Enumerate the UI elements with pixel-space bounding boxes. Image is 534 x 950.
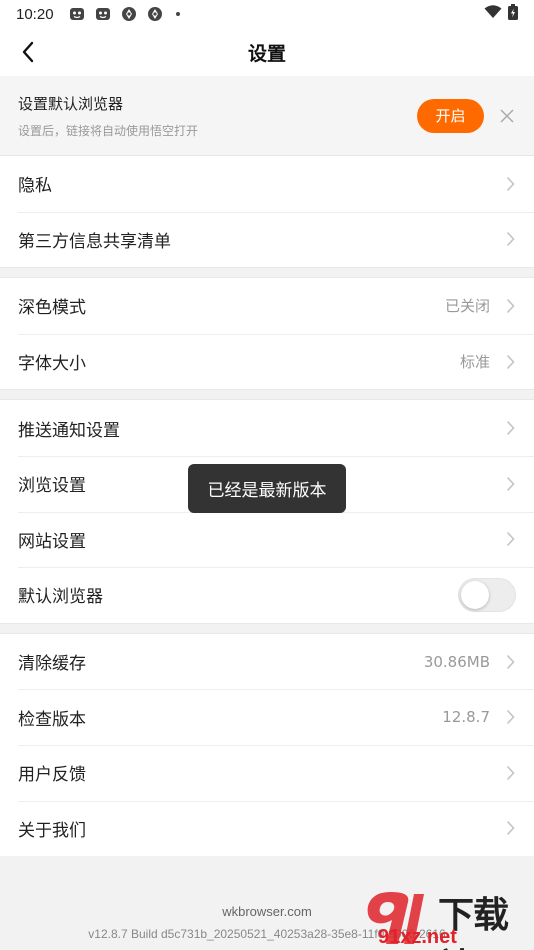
row-label: 网站设置 xyxy=(18,531,86,552)
section-divider xyxy=(0,389,534,401)
chevron-left-icon xyxy=(22,41,34,63)
watermark-url: 91xz.net xyxy=(378,926,457,948)
page-title: 设置 xyxy=(247,42,286,65)
settings-row-check-version[interactable]: 检查版本 12.8.7 xyxy=(0,689,534,745)
settings-row-default-browser: 默认浏览器 xyxy=(0,567,534,623)
banner-close-button[interactable] xyxy=(498,107,516,125)
app-sync-icon xyxy=(146,6,164,22)
chevron-right-icon xyxy=(504,654,516,670)
chevron-right-icon xyxy=(504,231,516,247)
chevron-right-icon xyxy=(504,476,516,492)
settings-row-feedback[interactable]: 用户反馈 xyxy=(0,744,534,801)
section-divider xyxy=(0,267,534,279)
row-label: 深色模式 xyxy=(18,298,86,319)
row-label: 用户反馈 xyxy=(18,765,86,786)
wifi-icon xyxy=(484,5,502,23)
row-label: 默认浏览器 xyxy=(18,587,103,608)
app-header: 设置 xyxy=(0,28,534,76)
settings-row-dark-mode[interactable]: 深色模式 已关闭 xyxy=(0,278,534,334)
settings-group-display: 深色模式 已关闭 字体大小 标准 xyxy=(0,278,534,390)
default-browser-toggle[interactable] xyxy=(458,577,516,612)
chevron-right-icon xyxy=(504,765,516,781)
default-browser-banner: 设置默认浏览器 设置后，链接将自动使用悟空打开 开启 xyxy=(0,76,534,156)
settings-row-clear-cache[interactable]: 清除缓存 30.86MB xyxy=(0,634,534,690)
app-notification-icon xyxy=(94,6,112,22)
row-value: 已关闭 xyxy=(444,297,490,316)
app-sync-icon xyxy=(120,6,138,22)
battery-icon xyxy=(508,4,518,24)
app-notification-icon xyxy=(68,6,86,22)
row-label: 清除缓存 xyxy=(18,654,86,675)
enable-button[interactable]: 开启 xyxy=(417,98,484,133)
chevron-right-icon xyxy=(504,298,516,314)
row-value: 12.8.7 xyxy=(442,708,490,727)
row-label: 推送通知设置 xyxy=(18,420,120,441)
section-divider xyxy=(0,622,534,634)
back-button[interactable] xyxy=(12,36,44,68)
close-icon xyxy=(500,108,514,123)
chevron-right-icon xyxy=(504,820,516,836)
watermark-logo: 下载站 91xz.net xyxy=(362,884,534,950)
row-label: 第三方信息共享清单 xyxy=(18,231,171,252)
chevron-right-icon xyxy=(504,176,516,192)
settings-row-about-us[interactable]: 关于我们 xyxy=(0,800,534,857)
settings-row-site-settings[interactable]: 网站设置 xyxy=(0,511,534,568)
chevron-right-icon xyxy=(504,531,516,547)
status-time: 10:20 xyxy=(16,5,54,23)
row-label: 隐私 xyxy=(18,176,52,197)
row-value: 30.86MB xyxy=(423,652,490,671)
toggle-knob xyxy=(461,580,489,609)
row-label: 字体大小 xyxy=(18,354,86,375)
row-label: 检查版本 xyxy=(18,709,86,730)
settings-row-font-size[interactable]: 字体大小 标准 xyxy=(0,333,534,390)
chevron-right-icon xyxy=(504,420,516,436)
toast-message: 已经是最新版本 xyxy=(188,464,346,513)
settings-row-push-notifications[interactable]: 推送通知设置 xyxy=(0,400,534,456)
row-value: 标准 xyxy=(459,353,490,372)
status-bar: 10:20 xyxy=(0,0,534,28)
dot-icon xyxy=(175,12,180,16)
banner-title: 设置默认浏览器 xyxy=(18,94,124,113)
settings-row-privacy[interactable]: 隐私 xyxy=(0,156,534,212)
settings-group-privacy: 隐私 第三方信息共享清单 xyxy=(0,156,534,268)
banner-subtitle: 设置后，链接将自动使用悟空打开 xyxy=(18,123,199,138)
chevron-right-icon xyxy=(504,709,516,725)
row-label: 关于我们 xyxy=(18,820,86,841)
chevron-right-icon xyxy=(504,354,516,370)
settings-group-about: 清除缓存 30.86MB 检查版本 12.8.7 用户反馈 关于我们 xyxy=(0,633,534,857)
settings-row-third-party-sharing[interactable]: 第三方信息共享清单 xyxy=(0,211,534,268)
